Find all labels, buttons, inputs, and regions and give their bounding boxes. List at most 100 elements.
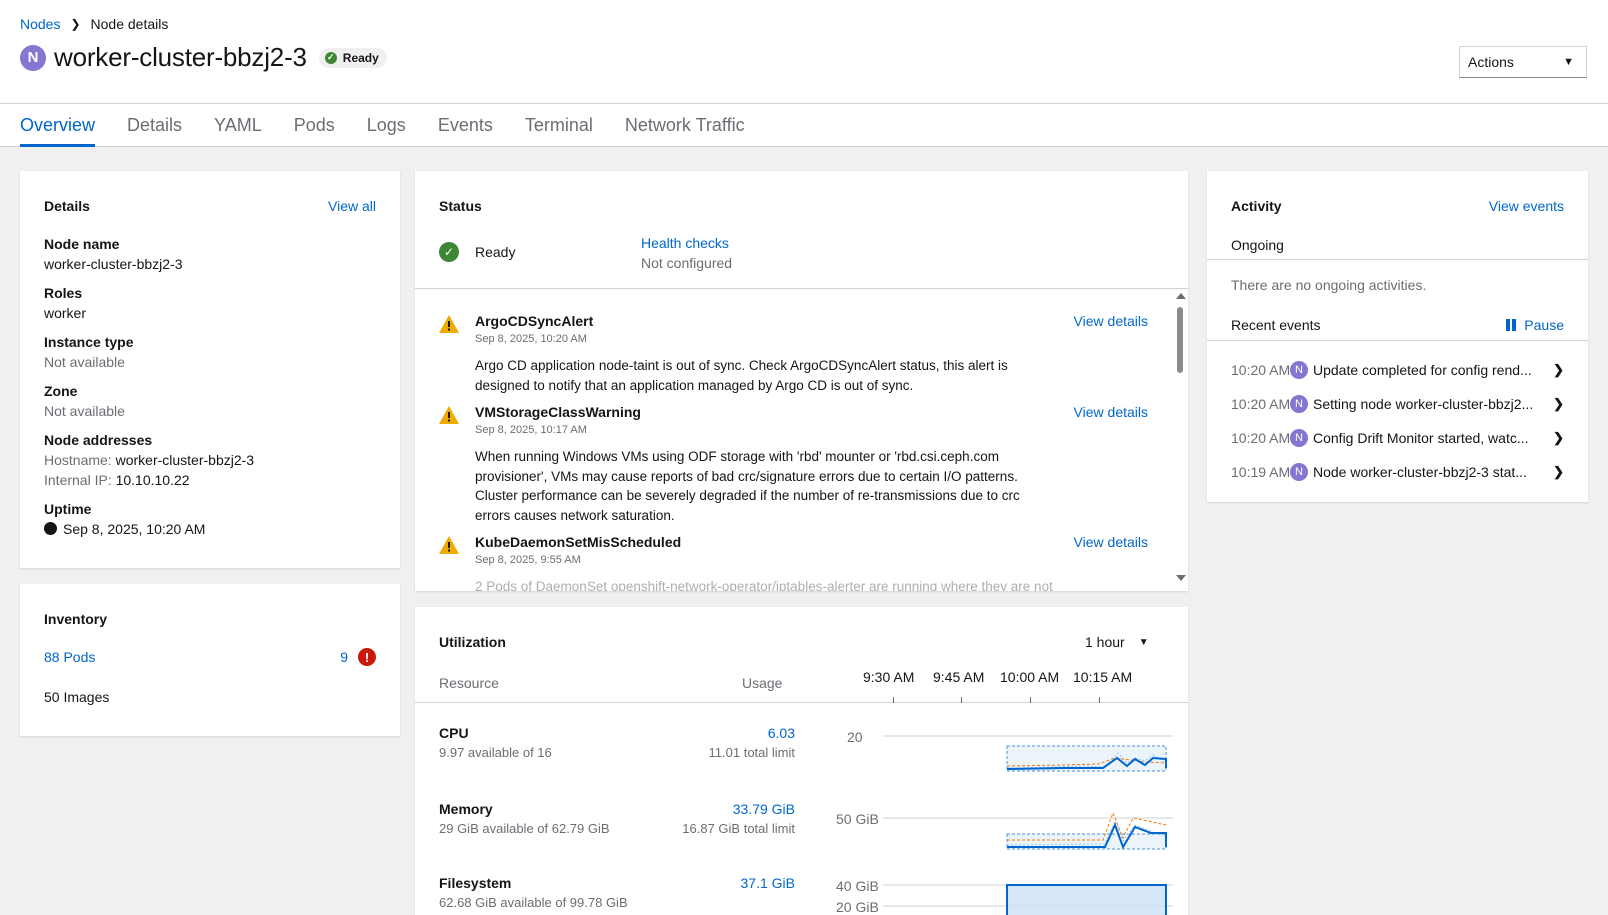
hostname-key: Hostname:	[44, 452, 112, 468]
check-circle-icon: ✓	[439, 242, 459, 262]
memory-row: Memory 29 GiB available of 62.79 GiB 33.…	[439, 799, 795, 839]
ongoing-heading: Ongoing	[1231, 237, 1284, 253]
alert-time: Sep 8, 2025, 9:55 AM	[475, 554, 581, 566]
event-time: 10:19 AM	[1231, 464, 1291, 480]
node-badge-icon: N	[1290, 361, 1308, 379]
breadcrumb-current: Node details	[90, 16, 169, 32]
scroll-down-icon[interactable]	[1176, 575, 1186, 581]
tab-events[interactable]: Events	[438, 104, 493, 146]
page-header: Nodes ❯ Node details N worker-cluster-bb…	[0, 0, 1608, 104]
axis-tick	[961, 697, 962, 703]
view-details-link[interactable]: View details	[1074, 313, 1148, 329]
filesystem-sparkline[interactable]	[883, 877, 1173, 915]
memory-usage-link[interactable]: 33.79 GiB	[733, 801, 795, 817]
breadcrumb-nodes-link[interactable]: Nodes	[20, 16, 60, 32]
details-card-title: Details	[44, 198, 90, 214]
chevron-right-icon: ❯	[70, 17, 81, 31]
alert-description: Argo CD application node-taint is out of…	[475, 358, 1008, 393]
internal-ip-key: Internal IP:	[44, 472, 112, 488]
filesystem-usage-link[interactable]: 37.1 GiB	[741, 875, 795, 891]
status-badge-label: Ready	[342, 50, 379, 65]
node-badge-icon: N	[1290, 429, 1308, 447]
view-details-link[interactable]: View details	[1074, 404, 1148, 420]
tab-overview[interactable]: Overview	[20, 104, 96, 147]
event-item[interactable]: 10:20 AM N Update completed for config r…	[1231, 358, 1564, 382]
axis-tick	[1099, 697, 1100, 703]
uptime-row: Sep 8, 2025, 10:20 AM	[44, 519, 254, 539]
health-checks: Health checks Not configured	[641, 233, 732, 273]
cpu-axis-label: 20	[847, 729, 863, 745]
warning-triangle-icon	[439, 315, 459, 333]
actions-label: Actions	[1468, 54, 1514, 70]
tab-pods[interactable]: Pods	[294, 104, 335, 146]
alerts-list[interactable]: ArgoCDSyncAlert Sep 8, 2025, 10:20 AM Vi…	[415, 289, 1172, 591]
activity-card: Activity View events Ongoing There are n…	[1207, 171, 1588, 502]
no-ongoing-message: There are no ongoing activities.	[1231, 277, 1427, 293]
axis-tick	[893, 697, 894, 703]
internal-ip-row: Internal IP: 10.10.10.22	[44, 470, 254, 490]
node-badge-icon: N	[1290, 395, 1308, 413]
scroll-thumb[interactable]	[1177, 307, 1183, 373]
event-time: 10:20 AM	[1231, 362, 1291, 378]
zone-value: Not available	[44, 403, 125, 419]
chevron-right-icon[interactable]: ❯	[1553, 396, 1564, 412]
details-card: Details View all Node name worker-cluste…	[20, 171, 400, 568]
hostname-value: worker-cluster-bbzj2-3	[115, 452, 255, 468]
event-item[interactable]: 10:19 AM N Node worker-cluster-bbzj2-3 s…	[1231, 460, 1564, 484]
recent-events-heading: Recent events	[1231, 317, 1321, 333]
status-badge: ✓ Ready	[318, 47, 387, 68]
resource-limit: 11.01 total limit	[708, 745, 795, 760]
view-details-link[interactable]: View details	[1074, 534, 1148, 550]
page-title: worker-cluster-bbzj2-3	[54, 42, 307, 72]
time-axis-label: 9:45 AM	[933, 669, 985, 685]
tab-bar: Overview Details YAML Pods Logs Events T…	[0, 104, 1608, 147]
activity-title: Activity	[1231, 198, 1282, 214]
health-checks-link[interactable]: Health checks	[641, 235, 729, 251]
health-status: Not configured	[641, 255, 733, 271]
warning-triangle-icon	[439, 536, 459, 554]
chevron-right-icon[interactable]: ❯	[1553, 430, 1564, 446]
event-message: Node worker-cluster-bbzj2-3 stat...	[1313, 464, 1527, 480]
check-circle-icon: ✓	[324, 51, 337, 64]
memory-sparkline[interactable]	[883, 803, 1173, 853]
actions-dropdown[interactable]: Actions ▼	[1459, 46, 1587, 78]
tab-network-traffic[interactable]: Network Traffic	[625, 104, 745, 146]
alerts-scrollbar[interactable]	[1176, 293, 1186, 581]
pods-row: 88 Pods 9 !	[44, 648, 376, 666]
tab-terminal[interactable]: Terminal	[525, 104, 593, 146]
event-item[interactable]: 10:20 AM N Setting node worker-cluster-b…	[1231, 392, 1564, 416]
pause-button[interactable]: Pause	[1506, 317, 1564, 333]
view-events-link[interactable]: View events	[1489, 198, 1564, 214]
pod-errors-link[interactable]: 9	[340, 649, 348, 665]
inventory-title: Inventory	[44, 611, 108, 627]
divider	[1207, 259, 1588, 260]
cpu-row: CPU 9.97 available of 16 6.03 11.01 tota…	[439, 723, 795, 763]
hostname-row: Hostname: worker-cluster-bbzj2-3	[44, 450, 254, 470]
event-message: Setting node worker-cluster-bbzj2...	[1313, 396, 1534, 412]
time-range-dropdown[interactable]: 1 hour ▼	[1085, 634, 1149, 650]
time-range-value: 1 hour	[1085, 634, 1125, 650]
pause-icon	[1506, 319, 1517, 331]
chevron-right-icon[interactable]: ❯	[1553, 464, 1564, 480]
view-all-link[interactable]: View all	[328, 198, 376, 214]
resource-limit: 16.87 GiB total limit	[682, 821, 795, 836]
pods-link[interactable]: 88 Pods	[44, 649, 95, 665]
tab-details[interactable]: Details	[127, 104, 182, 146]
time-axis-label: 10:15 AM	[1073, 669, 1133, 685]
event-item[interactable]: 10:20 AM N Config Drift Monitor started,…	[1231, 426, 1564, 450]
caret-down-icon: ▼	[1138, 636, 1149, 648]
resource-available: 62.68 GiB available of 99.78 GiB	[439, 895, 628, 910]
alert-name: VMStorageClassWarning	[475, 404, 641, 420]
cpu-usage-link[interactable]: 6.03	[768, 725, 795, 741]
cpu-sparkline[interactable]	[883, 723, 1173, 773]
divider	[1207, 340, 1588, 341]
time-axis-label: 10:00 AM	[1000, 669, 1060, 685]
pause-label: Pause	[1524, 317, 1564, 333]
chevron-right-icon[interactable]: ❯	[1553, 362, 1564, 378]
instance-type-label: Instance type	[44, 334, 134, 350]
event-time: 10:20 AM	[1231, 430, 1291, 446]
tab-logs[interactable]: Logs	[367, 104, 406, 146]
tab-yaml[interactable]: YAML	[214, 104, 262, 146]
scroll-up-icon[interactable]	[1176, 293, 1186, 299]
status-title: Status	[439, 198, 482, 214]
